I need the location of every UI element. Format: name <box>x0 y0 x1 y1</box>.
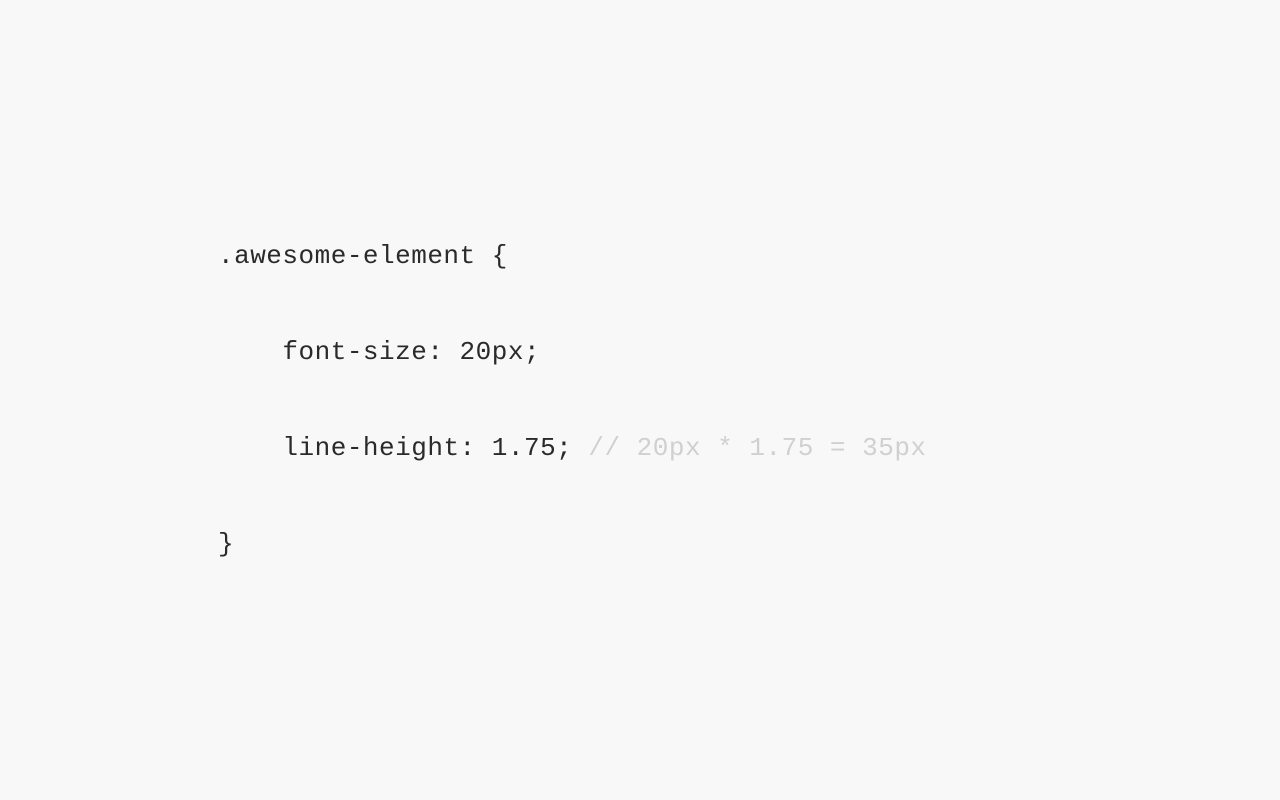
code-property-fontsize: font-size: 20px; <box>282 337 540 367</box>
code-line-fontsize: font-size: 20px; <box>218 328 927 376</box>
code-snippet: .awesome-element { font-size: 20px; line… <box>0 184 927 617</box>
code-property-lineheight: line-height: 1.75; <box>282 433 588 463</box>
code-line-selector: .awesome-element { <box>218 232 927 280</box>
code-line-lineheight: line-height: 1.75; // 20px * 1.75 = 35px <box>218 424 927 472</box>
code-line-closebrace: } <box>218 520 927 568</box>
code-indent <box>218 433 282 463</box>
code-indent <box>218 337 282 367</box>
code-comment: // 20px * 1.75 = 35px <box>588 433 926 463</box>
